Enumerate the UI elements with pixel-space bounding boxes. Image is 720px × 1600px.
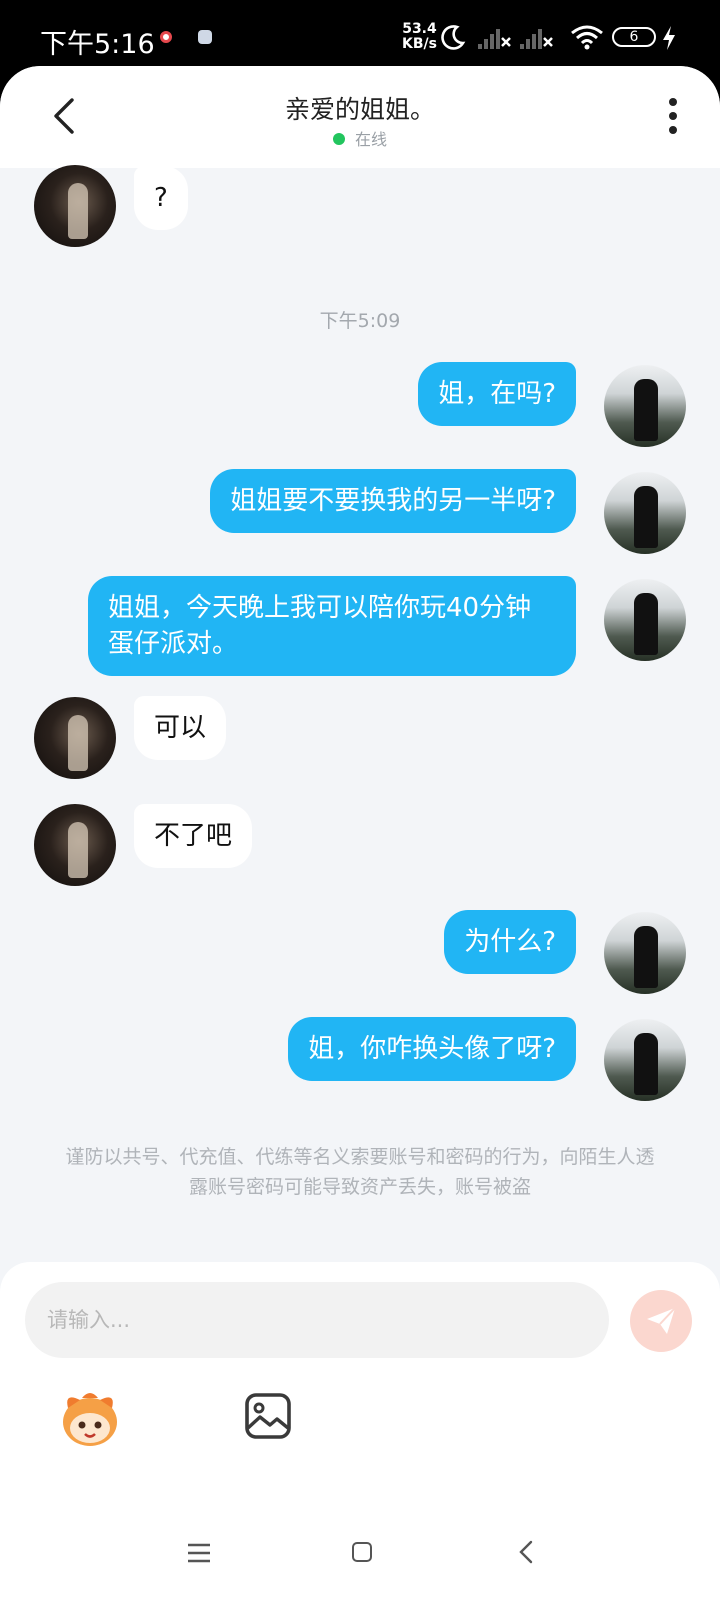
signal-icon bbox=[520, 29, 553, 49]
network-speed-value: 53.4 bbox=[402, 21, 437, 37]
my-message[interactable]: 为什么? bbox=[444, 910, 576, 974]
peer-avatar[interactable] bbox=[34, 697, 116, 779]
contact-name: 亲爱的姐姐。 bbox=[284, 95, 435, 124]
system-back-icon[interactable] bbox=[518, 1540, 534, 1564]
chat-header: 亲爱的姐姐。 在线 bbox=[0, 66, 720, 168]
peer-message[interactable]: 可以 bbox=[134, 696, 227, 760]
my-message[interactable]: 姐姐要不要换我的另一半呀? bbox=[210, 469, 576, 533]
app-notification-icon bbox=[198, 30, 212, 44]
peer-avatar[interactable] bbox=[34, 165, 116, 247]
status-bar: 下午5:16 53.4 KB/s 6 bbox=[0, 0, 720, 70]
network-speed-unit: KB/s bbox=[402, 36, 437, 52]
online-status: 在线 bbox=[0, 126, 720, 150]
emoji-sticker-icon[interactable] bbox=[58, 1388, 122, 1450]
time-separator: 下午5:09 bbox=[319, 310, 401, 332]
image-picker-icon[interactable] bbox=[244, 1392, 292, 1440]
my-message[interactable]: 姐，在吗? bbox=[418, 362, 576, 426]
wifi-icon bbox=[571, 25, 603, 50]
security-warning: 谨防以共号、代充值、代练等名义索要账号和密码的行为，向陌生人透露账号密码可能导致… bbox=[65, 1146, 655, 1198]
chat-screen: 亲爱的姐姐。 在线 ? 下午5:09 姐，在吗? 姐姐要不要换我的另一半呀? 姐… bbox=[0, 66, 720, 1600]
status-time: 下午5:16 bbox=[40, 29, 155, 60]
my-avatar[interactable] bbox=[604, 1019, 686, 1101]
charging-icon bbox=[663, 26, 675, 50]
home-icon[interactable] bbox=[352, 1542, 372, 1562]
network-speed: 53.4 KB/s bbox=[402, 22, 437, 52]
my-avatar[interactable] bbox=[604, 579, 686, 661]
recent-apps-icon[interactable] bbox=[188, 1543, 210, 1563]
my-avatar[interactable] bbox=[604, 472, 686, 554]
online-dot-icon bbox=[332, 133, 345, 145]
my-message[interactable]: 姐，你咋换头像了呀? bbox=[288, 1017, 576, 1081]
my-avatar[interactable] bbox=[604, 365, 686, 447]
signal-icon bbox=[478, 29, 511, 49]
my-message[interactable]: 姐姐，今天晚上我可以陪你玩40分钟蛋仔派对。 bbox=[88, 576, 576, 676]
message-input[interactable] bbox=[25, 1282, 609, 1358]
send-button[interactable] bbox=[630, 1290, 692, 1352]
online-status-label: 在线 bbox=[354, 130, 387, 149]
my-avatar[interactable] bbox=[604, 912, 686, 994]
system-navigation-bar bbox=[0, 1530, 720, 1600]
peer-message[interactable]: ? bbox=[134, 166, 188, 230]
moon-icon bbox=[441, 25, 466, 50]
paper-plane-icon bbox=[647, 1307, 676, 1334]
more-options-icon[interactable] bbox=[660, 96, 686, 136]
peer-avatar[interactable] bbox=[34, 804, 116, 886]
notification-dot-icon bbox=[160, 31, 172, 43]
peer-message[interactable]: 不了吧 bbox=[134, 804, 253, 868]
battery-icon: 6 bbox=[612, 27, 656, 47]
